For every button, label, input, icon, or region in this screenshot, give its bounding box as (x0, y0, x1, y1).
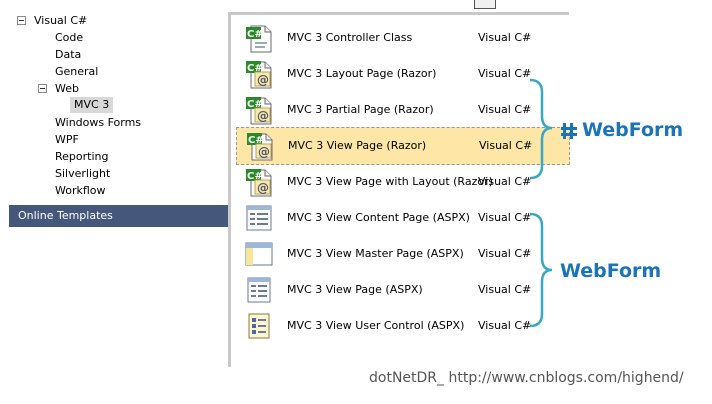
collapse-icon[interactable] (17, 16, 26, 25)
template-item[interactable]: MVC 3 View Content Page (ASPX) Visual C# (236, 200, 570, 236)
tree-item-wpf[interactable]: WPF (55, 132, 79, 148)
csharp-class-icon: C# (244, 23, 274, 53)
template-language: Visual C# (478, 283, 532, 296)
template-name: MVC 3 View Page with Layout (Razor) (287, 175, 493, 188)
template-name: MVC 3 View User Control (ASPX) (287, 319, 465, 332)
aspx-content-page-icon (244, 203, 274, 233)
template-item[interactable]: C# @ MVC 3 Layout Page (Razor) Visual C# (236, 56, 570, 92)
razor-page-icon: C# @ (244, 59, 274, 89)
template-name: MVC 3 Layout Page (Razor) (287, 67, 437, 80)
aspx-bracket (529, 212, 553, 328)
collapse-icon[interactable] (38, 84, 47, 93)
template-item[interactable]: MVC 3 View User Control (ASPX) Visual C# (236, 308, 570, 344)
template-name: MVC 3 Partial Page (Razor) (287, 103, 434, 116)
svg-text:@: @ (257, 73, 269, 87)
svg-text:@: @ (257, 181, 269, 195)
tree-item-code[interactable]: Code (55, 30, 83, 46)
tree-item-visual-csharp[interactable]: Visual C# (34, 13, 87, 29)
razor-page-icon: C# @ (245, 131, 275, 161)
template-name: MVC 3 View Content Page (ASPX) (287, 211, 470, 224)
template-item[interactable]: C# MVC 3 Controller Class Visual C# (236, 20, 570, 56)
template-language: Visual C# (478, 247, 532, 260)
template-item[interactable]: MVC 3 View Page (ASPX) Visual C# (236, 272, 570, 308)
template-language: Visual C# (478, 319, 532, 332)
svg-text:C#: C# (247, 29, 263, 40)
sort-button[interactable] (474, 0, 496, 9)
svg-text:@: @ (257, 109, 269, 123)
tree-item-general[interactable]: General (55, 64, 98, 80)
tree-item-windows-forms[interactable]: Windows Forms (55, 115, 141, 131)
tree-item-mvc3[interactable]: MVC 3 (70, 97, 114, 113)
watermark: dotNetDR_ http://www.cnblogs.com/highend… (369, 370, 684, 386)
razor-page-icon: C# @ (244, 95, 274, 125)
template-language: Visual C# (478, 175, 532, 188)
aspx-webform-label: WebForm (560, 260, 662, 282)
annotation-brackets (529, 78, 553, 328)
template-name: MVC 3 Controller Class (287, 31, 413, 44)
template-language: Visual C# (478, 211, 532, 224)
aspx-master-page-icon (244, 239, 274, 269)
template-language: Visual C# (479, 139, 533, 152)
tree-item-reporting[interactable]: Reporting (55, 149, 108, 165)
template-item[interactable]: C# @ MVC 3 View Page (Razor) Visual C# (236, 127, 570, 165)
razor-webform-label: WebForm (582, 119, 684, 141)
template-language: Visual C# (478, 31, 532, 44)
tree-item-workflow[interactable]: Workflow (55, 183, 106, 199)
online-templates-item[interactable]: Online Templates (9, 205, 228, 227)
template-language: Visual C# (478, 67, 532, 80)
template-language: Visual C# (478, 103, 532, 116)
tree-item-web[interactable]: Web (55, 81, 79, 97)
strike-mark-icon (561, 123, 577, 139)
tree-item-data[interactable]: Data (55, 47, 81, 63)
template-item[interactable]: C# @ MVC 3 View Page with Layout (Razor) Vi… (236, 164, 570, 200)
template-item[interactable]: C# @ MVC 3 Partial Page (Razor) Visual C# (236, 92, 570, 128)
tree-item-silverlight[interactable]: Silverlight (55, 166, 110, 182)
template-item[interactable]: MVC 3 View Master Page (ASPX) Visual C# (236, 236, 570, 272)
template-name: MVC 3 View Page (Razor) (288, 139, 427, 152)
aspx-page-icon (244, 275, 274, 305)
aspx-user-control-icon (244, 311, 274, 341)
template-category-tree: Visual C# Code Data General Web MVC 3 Wi… (0, 0, 228, 230)
template-name: MVC 3 View Page (ASPX) (287, 283, 423, 296)
svg-text:@: @ (258, 145, 270, 159)
razor-bracket (529, 78, 553, 180)
template-name: MVC 3 View Master Page (ASPX) (287, 247, 464, 260)
razor-page-icon: C# @ (244, 167, 274, 197)
